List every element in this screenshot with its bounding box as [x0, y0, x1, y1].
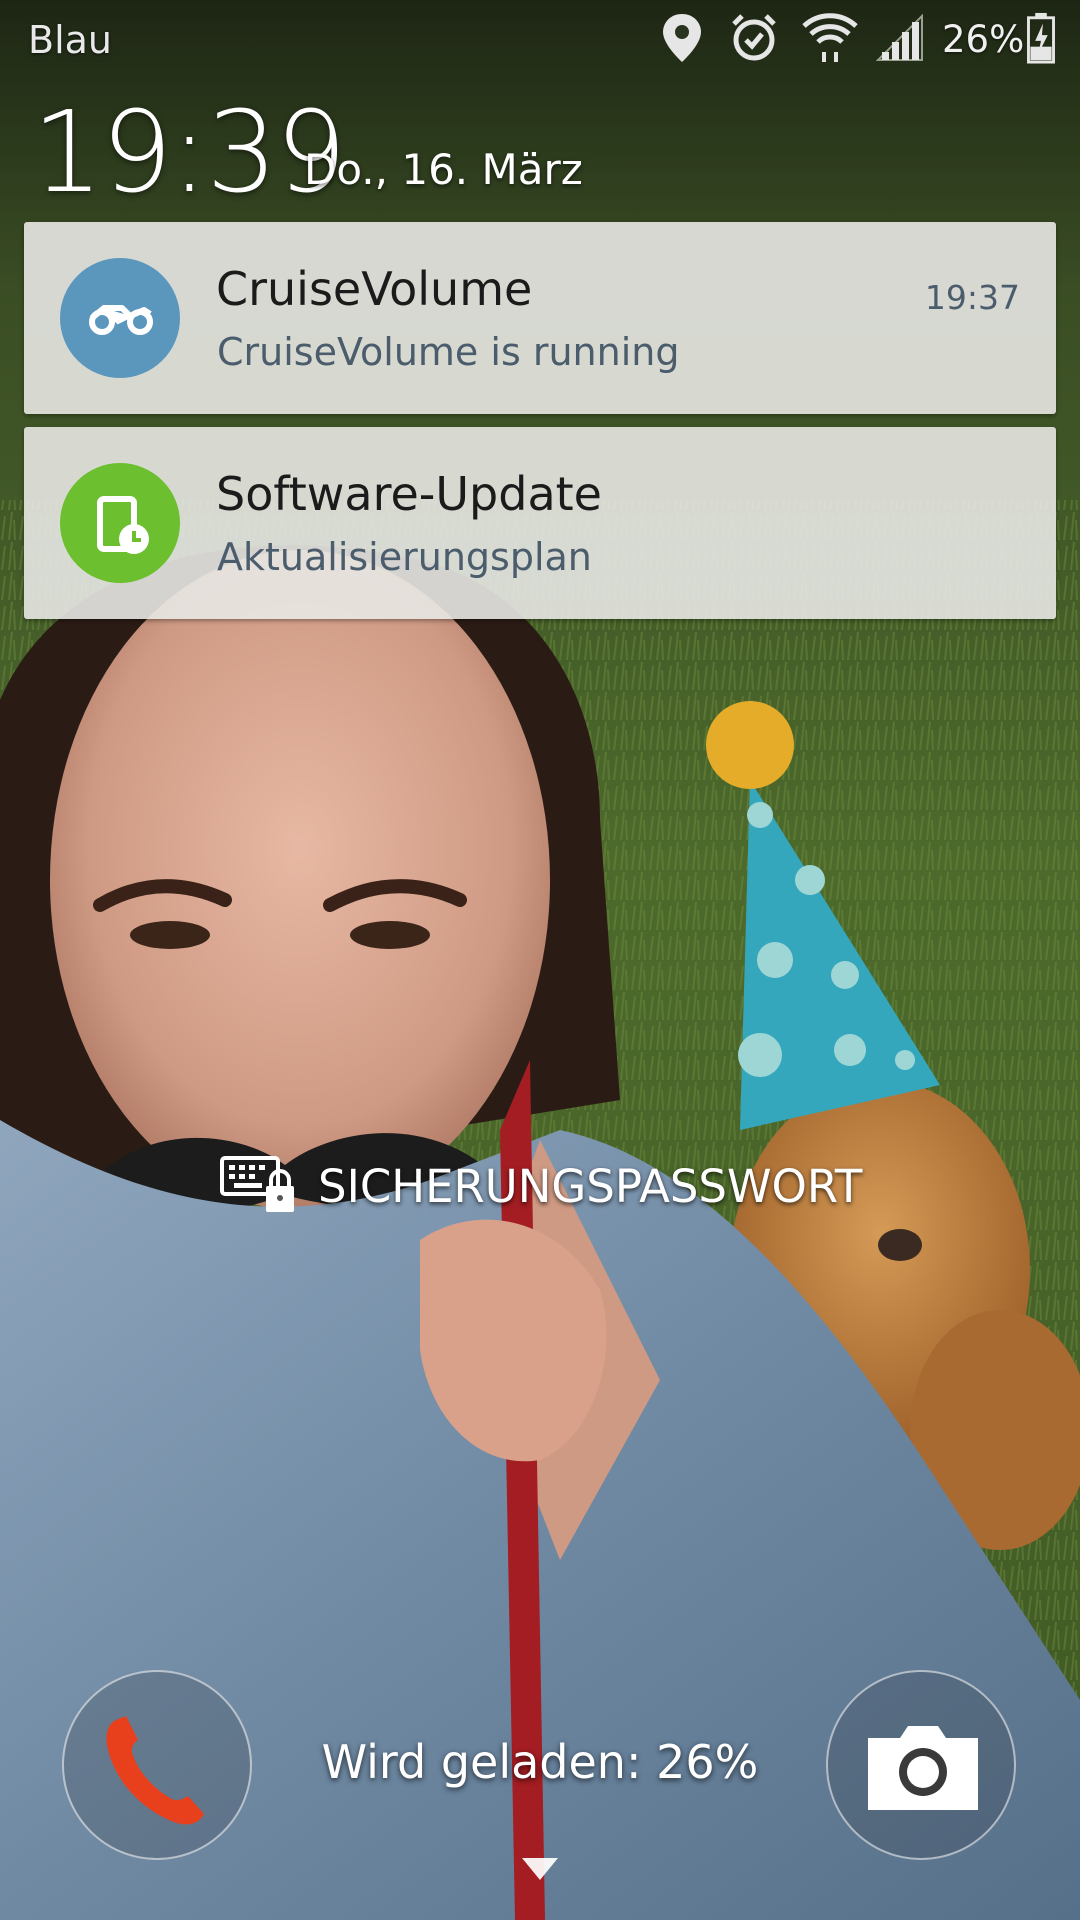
notification-title: Software-Update	[216, 467, 602, 521]
wifi-icon	[802, 13, 858, 62]
backup-password-label: SICHERUNGSPASSWORT	[318, 1160, 863, 1213]
battery-charging-icon	[1027, 12, 1055, 64]
camera-icon	[868, 1726, 978, 1810]
notification-title: CruiseVolume	[216, 262, 533, 316]
software-update-icon	[60, 463, 180, 583]
location-icon	[663, 14, 701, 62]
camera-shortcut-button[interactable]	[826, 1670, 1016, 1860]
motorcycle-icon	[60, 258, 180, 378]
status-bar: Blau 26%	[0, 0, 1080, 80]
notification-text: Aktualisierungsplan	[217, 535, 592, 579]
carrier-name: Blau	[28, 18, 112, 62]
keyboard-lock-icon	[220, 1156, 294, 1212]
lockscreen-clock: 19:39	[32, 88, 347, 218]
notification-text: CruiseVolume is running	[217, 330, 680, 374]
notification-software-update[interactable]: Software-Update Aktualisierungsplan	[24, 427, 1056, 619]
alarm-icon	[732, 14, 776, 61]
battery-percentage: 26%	[942, 18, 1025, 61]
signal-icon	[876, 13, 923, 61]
notification-cruisevolume[interactable]: CruiseVolume CruiseVolume is running 19:…	[24, 222, 1056, 414]
notification-time: 19:37	[924, 278, 1020, 317]
arrow-down-icon[interactable]	[520, 1856, 560, 1882]
lockscreen-date: Do., 16. März	[304, 145, 583, 194]
